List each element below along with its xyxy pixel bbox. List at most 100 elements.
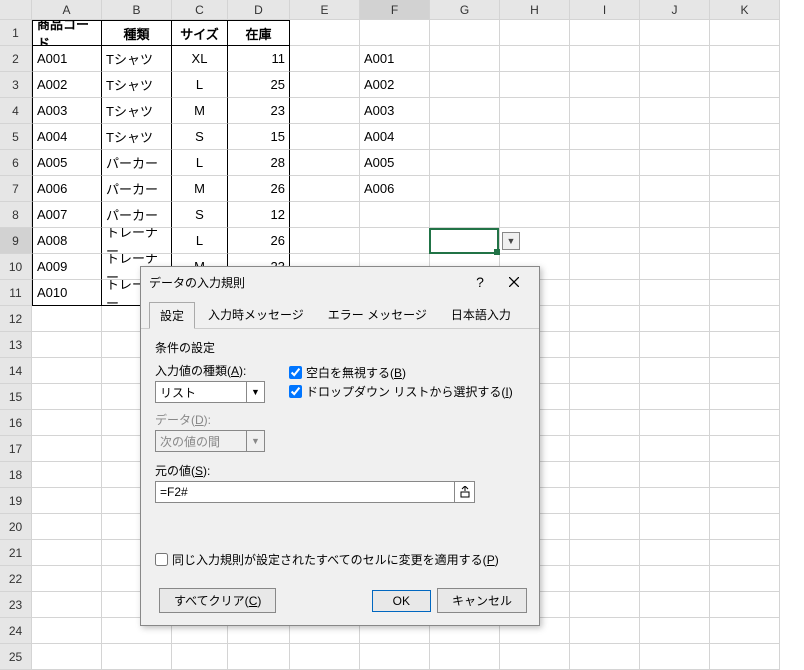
- cell-K25[interactable]: [710, 644, 780, 670]
- cell-I6[interactable]: [570, 150, 640, 176]
- cell-I3[interactable]: [570, 72, 640, 98]
- cell-I8[interactable]: [570, 202, 640, 228]
- row-header[interactable]: 18: [0, 462, 32, 488]
- tab-input-message[interactable]: 入力時メッセージ: [197, 301, 315, 328]
- dropdown-button[interactable]: ▼: [502, 232, 520, 250]
- cell-D6[interactable]: 28: [228, 150, 290, 176]
- cell-K15[interactable]: [710, 384, 780, 410]
- cell-J8[interactable]: [640, 202, 710, 228]
- cell-D5[interactable]: 15: [228, 124, 290, 150]
- cell-A12[interactable]: [32, 306, 102, 332]
- cell-E9[interactable]: [290, 228, 360, 254]
- cell-E6[interactable]: [290, 150, 360, 176]
- range-picker-button[interactable]: [454, 482, 474, 502]
- row-header[interactable]: 25: [0, 644, 32, 670]
- cell-A18[interactable]: [32, 462, 102, 488]
- cell-I11[interactable]: [570, 280, 640, 306]
- cell-E8[interactable]: [290, 202, 360, 228]
- cell-A25[interactable]: [32, 644, 102, 670]
- cell-D9[interactable]: 26: [228, 228, 290, 254]
- cell-J6[interactable]: [640, 150, 710, 176]
- cell-J23[interactable]: [640, 592, 710, 618]
- cell-K21[interactable]: [710, 540, 780, 566]
- row-header[interactable]: 4: [0, 98, 32, 124]
- cell-J9[interactable]: [640, 228, 710, 254]
- cell-J5[interactable]: [640, 124, 710, 150]
- row-header[interactable]: 23: [0, 592, 32, 618]
- col-header-C[interactable]: C: [172, 0, 228, 20]
- cell-C2[interactable]: XL: [172, 46, 228, 72]
- cell-J1[interactable]: [640, 20, 710, 46]
- row-header[interactable]: 22: [0, 566, 32, 592]
- cell-G25[interactable]: [430, 644, 500, 670]
- cell-F2[interactable]: A001: [360, 46, 430, 72]
- row-header[interactable]: 2: [0, 46, 32, 72]
- cell-I7[interactable]: [570, 176, 640, 202]
- row-header[interactable]: 14: [0, 358, 32, 384]
- cell-K8[interactable]: [710, 202, 780, 228]
- cell-F7[interactable]: A006: [360, 176, 430, 202]
- cell-J21[interactable]: [640, 540, 710, 566]
- cell-A1[interactable]: 商品コード: [32, 20, 102, 46]
- cell-J13[interactable]: [640, 332, 710, 358]
- ok-button[interactable]: OK: [372, 590, 431, 612]
- cell-B9[interactable]: トレーナー: [102, 228, 172, 254]
- cell-A10[interactable]: A009: [32, 254, 102, 280]
- cell-C4[interactable]: M: [172, 98, 228, 124]
- cell-H7[interactable]: [500, 176, 570, 202]
- cell-H6[interactable]: [500, 150, 570, 176]
- cell-E2[interactable]: [290, 46, 360, 72]
- cell-J22[interactable]: [640, 566, 710, 592]
- cell-H4[interactable]: [500, 98, 570, 124]
- cell-D4[interactable]: 23: [228, 98, 290, 124]
- cell-E5[interactable]: [290, 124, 360, 150]
- cell-I10[interactable]: [570, 254, 640, 280]
- cell-G7[interactable]: [430, 176, 500, 202]
- cell-G4[interactable]: [430, 98, 500, 124]
- row-header[interactable]: 13: [0, 332, 32, 358]
- cell-J3[interactable]: [640, 72, 710, 98]
- cell-B7[interactable]: パーカー: [102, 176, 172, 202]
- cell-F25[interactable]: [360, 644, 430, 670]
- cell-J14[interactable]: [640, 358, 710, 384]
- cell-K3[interactable]: [710, 72, 780, 98]
- cell-H8[interactable]: [500, 202, 570, 228]
- cell-I14[interactable]: [570, 358, 640, 384]
- cell-J19[interactable]: [640, 488, 710, 514]
- row-header[interactable]: 3: [0, 72, 32, 98]
- cell-K1[interactable]: [710, 20, 780, 46]
- cell-A7[interactable]: A006: [32, 176, 102, 202]
- cell-D7[interactable]: 26: [228, 176, 290, 202]
- cell-I12[interactable]: [570, 306, 640, 332]
- col-header-I[interactable]: I: [570, 0, 640, 20]
- cell-F5[interactable]: A004: [360, 124, 430, 150]
- cell-J2[interactable]: [640, 46, 710, 72]
- cell-C25[interactable]: [172, 644, 228, 670]
- cell-A24[interactable]: [32, 618, 102, 644]
- cell-C9[interactable]: L: [172, 228, 228, 254]
- col-header-H[interactable]: H: [500, 0, 570, 20]
- row-header[interactable]: 17: [0, 436, 32, 462]
- col-header-E[interactable]: E: [290, 0, 360, 20]
- cell-J16[interactable]: [640, 410, 710, 436]
- cell-D25[interactable]: [228, 644, 290, 670]
- cell-J10[interactable]: [640, 254, 710, 280]
- cell-D2[interactable]: 11: [228, 46, 290, 72]
- cell-F9[interactable]: [360, 228, 430, 254]
- cell-J24[interactable]: [640, 618, 710, 644]
- row-header[interactable]: 8: [0, 202, 32, 228]
- row-header[interactable]: 6: [0, 150, 32, 176]
- cell-A23[interactable]: [32, 592, 102, 618]
- cell-J17[interactable]: [640, 436, 710, 462]
- cell-K2[interactable]: [710, 46, 780, 72]
- clear-all-button[interactable]: すべてクリア(C)すべてクリア(C): [159, 588, 276, 613]
- cell-C1[interactable]: サイズ: [172, 20, 228, 46]
- cell-A2[interactable]: A001: [32, 46, 102, 72]
- cancel-button[interactable]: キャンセル: [437, 588, 527, 613]
- cell-K13[interactable]: [710, 332, 780, 358]
- cell-I1[interactable]: [570, 20, 640, 46]
- cell-D8[interactable]: 12: [228, 202, 290, 228]
- row-header[interactable]: 11: [0, 280, 32, 306]
- row-header[interactable]: 15: [0, 384, 32, 410]
- cell-I13[interactable]: [570, 332, 640, 358]
